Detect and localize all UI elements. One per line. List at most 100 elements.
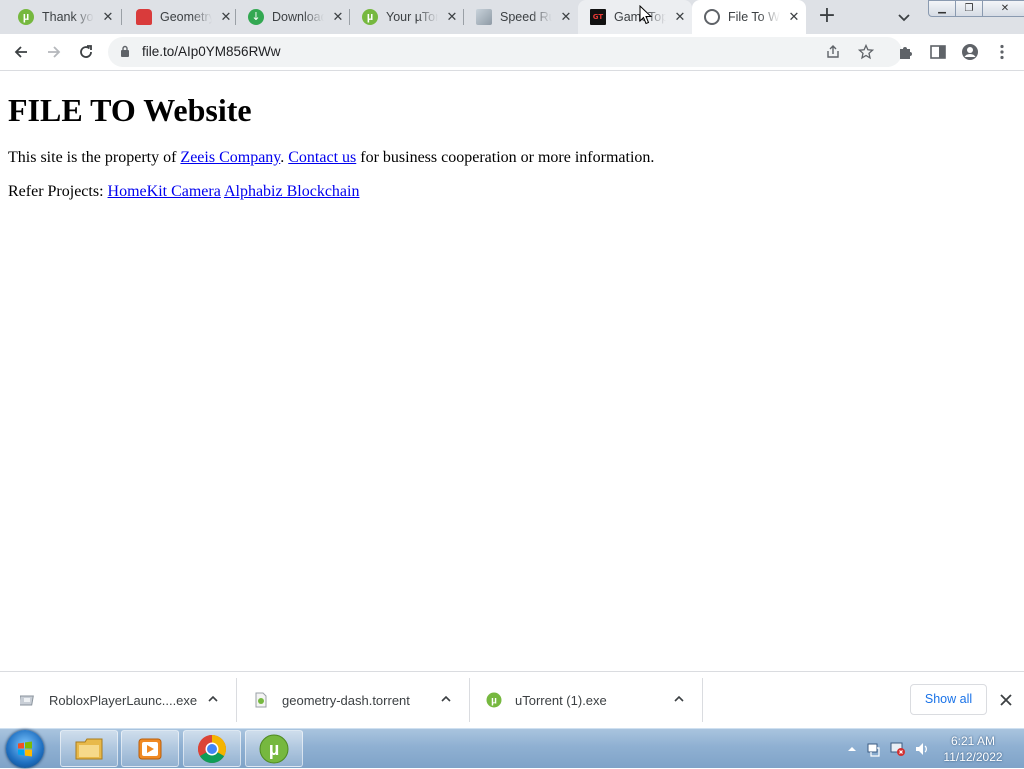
svg-text:µ: µ	[491, 696, 497, 707]
download-filename: uTorrent (1).exe	[515, 692, 607, 708]
utorrent-icon: µ	[486, 692, 502, 708]
tab-title: File To Website	[728, 10, 780, 24]
close-icon[interactable]: ✕	[786, 9, 802, 25]
reload-button[interactable]	[74, 40, 98, 64]
download-filename: geometry-dash.torrent	[282, 692, 410, 708]
zeeis-company-link[interactable]: Zeeis Company	[180, 149, 280, 166]
roblox-file-icon	[20, 695, 34, 706]
forward-button[interactable]	[42, 40, 66, 64]
network-error-icon[interactable]	[890, 741, 906, 757]
tab-title: Thank you	[42, 10, 94, 24]
download-item[interactable]: geometry-dash.torrent	[253, 672, 468, 728]
tab-geometry[interactable]: Geometry ✕	[122, 0, 236, 34]
address-bar[interactable]: file.to/AIp0YM856RWw	[108, 37, 902, 67]
show-all-button[interactable]: Show all	[910, 684, 987, 715]
tab-file-to-website[interactable]: File To Website ✕	[692, 0, 806, 34]
download-divider	[702, 678, 703, 722]
homekit-camera-link[interactable]: HomeKit Camera	[108, 183, 221, 200]
tab-title: Geometry	[160, 10, 212, 24]
side-panel-icon[interactable]	[929, 43, 947, 61]
arrow-right-icon	[48, 46, 61, 58]
close-icon[interactable]: ✕	[444, 9, 460, 25]
chevron-up-icon[interactable]	[672, 692, 686, 706]
tab-title: Speed Run	[500, 10, 552, 24]
action-center-flag-icon[interactable]	[866, 741, 882, 757]
taskbar-clock[interactable]: 6:21 AM 11/12/2022	[928, 733, 1018, 765]
download-item[interactable]: RobloxPlayerLaunc....exe	[20, 672, 235, 728]
gametop-icon: GT	[590, 9, 606, 25]
taskbar-media-player[interactable]	[121, 730, 179, 767]
tab-your-utorrent[interactable]: µ Your µTorrent ✕	[350, 0, 464, 34]
downloads-bar: RobloxPlayerLaunc....exe geometry-dash.t…	[0, 671, 1024, 728]
download-divider	[469, 678, 470, 722]
refer-projects-paragraph: Refer Projects: HomeKit Camera Alphabiz …	[8, 183, 1016, 201]
show-hidden-icons-icon[interactable]	[844, 741, 860, 757]
clock-time: 6:21 AM	[950, 734, 996, 748]
window-controls: ▁ ❐ ✕	[928, 0, 1024, 18]
svg-text:µ: µ	[269, 739, 279, 759]
taskbar-explorer[interactable]	[60, 730, 118, 767]
cooperation-text: for business cooperation or more informa…	[356, 149, 655, 166]
property-paragraph: This site is the property of Zeeis Compa…	[8, 149, 1016, 167]
url-text[interactable]: file.to/AIp0YM856RWw	[142, 37, 281, 67]
tab-title: Download	[272, 10, 324, 24]
clock-date: 11/12/2022	[943, 750, 1003, 764]
download-icon: ↓	[248, 9, 264, 25]
windows-logo-icon	[18, 741, 32, 757]
close-icon[interactable]	[998, 692, 1014, 708]
menu-dots-icon[interactable]	[993, 43, 1011, 61]
browser-toolbar: file.to/AIp0YM856RWw	[0, 34, 1024, 71]
tab-title: Your µTorrent	[386, 10, 438, 24]
tab-strip: µ Thank you ✕ Geometry ✕ ↓ Download ✕ µ …	[0, 0, 1024, 34]
windows-taskbar: µ 6:21 AM 11/12/2022	[0, 728, 1024, 768]
page-heading: FILE TO Website	[8, 92, 252, 128]
torrent-file-icon	[255, 692, 267, 708]
alphabiz-blockchain-link[interactable]: Alphabiz Blockchain	[224, 183, 360, 200]
ghost-icon	[136, 9, 152, 25]
close-icon[interactable]: ✕	[218, 9, 234, 25]
contact-us-link[interactable]: Contact us	[288, 149, 356, 166]
tab-gametop[interactable]: GT GameTop ✕	[578, 0, 692, 34]
chrome-icon	[198, 734, 226, 763]
chevron-up-icon[interactable]	[439, 692, 453, 706]
tab-speed-run[interactable]: Speed Run ✕	[464, 0, 578, 34]
utorrent-icon: µ	[18, 9, 34, 25]
arrow-left-icon	[14, 46, 27, 58]
media-player-icon	[138, 738, 162, 759]
speed-icon	[476, 9, 492, 25]
download-item[interactable]: µ uTorrent (1).exe	[486, 672, 701, 728]
tab-download[interactable]: ↓ Download ✕	[236, 0, 350, 34]
taskbar-chrome[interactable]	[183, 730, 241, 767]
download-divider	[236, 678, 237, 722]
close-icon[interactable]: ✕	[100, 9, 116, 25]
lock-icon[interactable]	[120, 45, 130, 57]
tab-search-button[interactable]	[894, 7, 914, 27]
chevron-up-icon[interactable]	[206, 692, 220, 706]
page-content: FILE TO Website This site is the propert…	[8, 70, 1016, 201]
close-icon[interactable]: ✕	[672, 9, 688, 25]
chevron-down-icon	[898, 14, 910, 22]
taskbar-utorrent[interactable]: µ	[245, 730, 303, 767]
utorrent-icon: µ	[362, 9, 378, 25]
close-icon[interactable]: ✕	[558, 9, 574, 25]
start-button[interactable]	[6, 730, 44, 768]
share-icon[interactable]	[825, 44, 841, 60]
refer-projects-label: Refer Projects:	[8, 183, 108, 200]
globe-icon	[704, 9, 720, 25]
reload-icon	[80, 45, 92, 58]
property-text: This site is the property of	[8, 149, 181, 166]
restore-button[interactable]: ❐	[955, 0, 983, 17]
star-icon[interactable]	[858, 44, 874, 60]
close-icon[interactable]: ✕	[330, 9, 346, 25]
profile-avatar-icon[interactable]	[961, 43, 979, 61]
new-tab-button[interactable]: +	[816, 5, 838, 28]
extensions-icon[interactable]	[897, 43, 915, 61]
mouse-cursor-icon	[639, 5, 653, 25]
folder-icon	[75, 738, 103, 759]
back-button[interactable]	[9, 40, 33, 64]
utorrent-icon: µ	[259, 734, 289, 763]
tab-thank-you[interactable]: µ Thank you ✕	[0, 0, 122, 34]
close-window-button[interactable]: ✕	[982, 0, 1024, 17]
download-filename: RobloxPlayerLaunc....exe	[49, 692, 198, 708]
minimize-button[interactable]: ▁	[928, 0, 956, 17]
